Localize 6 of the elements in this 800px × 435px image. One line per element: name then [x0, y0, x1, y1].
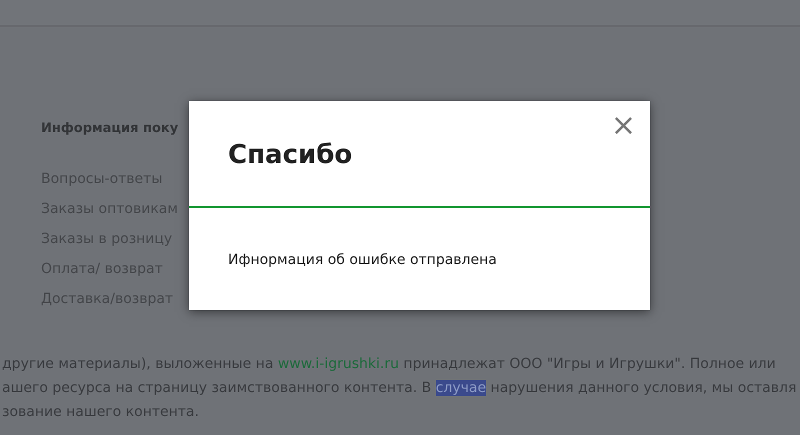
paragraph-line: зование нашего контента. — [2, 403, 200, 422]
dialog-title: Спасибо — [228, 140, 352, 170]
close-button[interactable]: × — [610, 111, 636, 141]
dialog-message: Ифнормация об ошибке отправлена — [228, 252, 497, 268]
site-link[interactable]: www.i-igrushki.ru — [278, 356, 399, 372]
section-heading: Информация поку — [41, 120, 178, 138]
